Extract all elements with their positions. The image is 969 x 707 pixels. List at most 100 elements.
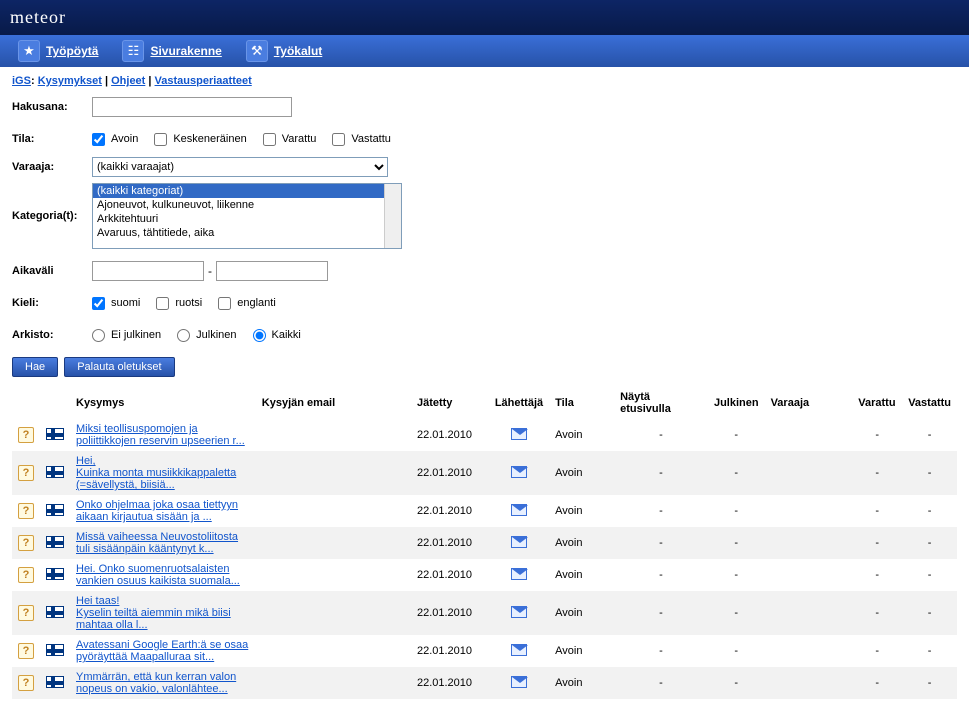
nav-tools[interactable]: ⚒ Työkalut [236, 36, 332, 66]
cell-tila: Avoin [549, 527, 614, 559]
cat-arkkitehtuuri[interactable]: Arkkitehtuuri [93, 212, 384, 226]
cat-ajoneuvot[interactable]: Ajoneuvot, kulkuneuvot, liikenne [93, 198, 384, 212]
th-tila: Tila [549, 387, 614, 419]
mail-icon[interactable] [511, 466, 527, 478]
reset-button[interactable]: Palauta oletukset [64, 357, 174, 377]
cat-avaruus[interactable]: Avaruus, tähtitiede, aika [93, 226, 384, 240]
mail-icon[interactable] [511, 606, 527, 618]
cell-tila: Avoin [549, 559, 614, 591]
cell-tila: Avoin [549, 591, 614, 635]
cell-jatetty: 22.01.2010 [411, 559, 489, 591]
label-varaaja: Varaaja: [12, 161, 92, 173]
nav-tools-label[interactable]: Työkalut [274, 44, 322, 58]
mail-icon[interactable] [511, 676, 527, 688]
question-link[interactable]: Missä vaiheessa Neuvostoliitosta tuli si… [76, 531, 238, 555]
question-icon: ? [18, 535, 34, 551]
radio-kaikki[interactable] [253, 329, 266, 342]
cat-all[interactable]: (kaikki kategoriat) [93, 184, 384, 198]
question-link[interactable]: Hei. Onko suomenruotsalaisten vankien os… [76, 563, 240, 587]
label-hakusana: Hakusana: [12, 101, 92, 113]
bc-ohjeet[interactable]: Ohjeet [111, 75, 145, 87]
question-link[interactable]: Miksi teollisuspomojen ja poliittikkojen… [76, 423, 245, 447]
question-link[interactable]: Hei,Kuinka monta musiikkikappaletta (=sä… [76, 455, 236, 491]
table-row: ? Hei. Onko suomenruotsalaisten vankien o… [12, 559, 957, 591]
th-kysymys: Kysymys [70, 387, 256, 419]
question-icon: ? [18, 465, 34, 481]
chk-vastattu[interactable] [332, 133, 345, 146]
table-row: ? Hei,Kuinka monta musiikkikappaletta (=s… [12, 451, 957, 495]
nav-desktop[interactable]: ★ Työpöytä [8, 36, 108, 66]
th-varaaja: Varaaja [765, 387, 853, 419]
label-aikavali: Aikaväli [12, 265, 92, 277]
flag-fi-icon [46, 504, 64, 516]
tree-icon: ☷ [122, 40, 144, 62]
mail-icon[interactable] [511, 536, 527, 548]
date-from[interactable] [92, 261, 204, 281]
cell-jatetty: 22.01.2010 [411, 527, 489, 559]
question-icon: ? [18, 643, 34, 659]
cell-jatetty: 22.01.2010 [411, 635, 489, 667]
table-row: ? Miksi teollisuspomojen ja poliittikkoje… [12, 419, 957, 451]
cell-tila: Avoin [549, 419, 614, 451]
scrollbar[interactable] [384, 184, 401, 248]
filter-form: Hakusana: Tila: Avoin Keskeneräinen Vara… [12, 95, 957, 347]
date-to[interactable] [216, 261, 328, 281]
bc-igs[interactable]: iGS [12, 75, 31, 87]
flag-fi-icon [46, 428, 64, 440]
mail-icon[interactable] [511, 428, 527, 440]
nav-structure[interactable]: ☷ Sivurakenne [112, 36, 231, 66]
label-kieli: Kieli: [12, 297, 92, 309]
select-varaaja[interactable]: (kaikki varaajat) [92, 157, 388, 177]
mail-icon[interactable] [511, 504, 527, 516]
table-row: ? Avatessani Google Earth:ä se osaa pyörä… [12, 635, 957, 667]
th-julkinen: Julkinen [708, 387, 765, 419]
radio-julkinen[interactable] [177, 329, 190, 342]
question-link[interactable]: Hei taas!Kyselin teiltä aiemmin mikä bii… [76, 595, 231, 631]
chk-ruotsi[interactable] [156, 297, 169, 310]
flag-fi-icon [46, 606, 64, 618]
flag-fi-icon [46, 676, 64, 688]
flag-fi-icon [46, 644, 64, 656]
label-kategoria: Kategoria(t): [12, 210, 92, 222]
flag-fi-icon [46, 466, 64, 478]
search-input[interactable] [92, 97, 292, 117]
search-button[interactable]: Hae [12, 357, 58, 377]
question-icon: ? [18, 503, 34, 519]
question-icon: ? [18, 427, 34, 443]
chk-varattu[interactable] [263, 133, 276, 146]
chk-suomi[interactable] [92, 297, 105, 310]
th-jatetty: Jätetty [411, 387, 489, 419]
question-link[interactable]: Ymmärrän, että kun kerran valon nopeus o… [76, 671, 236, 695]
th-lahettaja: Lähettäjä [489, 387, 549, 419]
listbox-kategoria[interactable]: (kaikki kategoriat) Ajoneuvot, kulkuneuv… [92, 183, 402, 249]
question-icon: ? [18, 605, 34, 621]
nav-bar: ★ Työpöytä ☷ Sivurakenne ⚒ Työkalut [0, 35, 969, 67]
question-icon: ? [18, 567, 34, 583]
chk-englanti[interactable] [218, 297, 231, 310]
table-row: ? Missä vaiheessa Neuvostoliitosta tuli s… [12, 527, 957, 559]
cell-tila: Avoin [549, 495, 614, 527]
nav-structure-label[interactable]: Sivurakenne [150, 44, 221, 58]
results-table: Kysymys Kysyjän email Jätetty Lähettäjä … [12, 387, 957, 699]
cell-tila: Avoin [549, 451, 614, 495]
radio-eijulkinen[interactable] [92, 329, 105, 342]
cell-jatetty: 22.01.2010 [411, 495, 489, 527]
table-row: ? Hei taas!Kyselin teiltä aiemmin mikä bi… [12, 591, 957, 635]
table-row: ? Onko ohjelmaa joka osaa tiettyyn aikaan… [12, 495, 957, 527]
cell-tila: Avoin [549, 667, 614, 699]
th-varattu: Varattu [852, 387, 902, 419]
header-bar: meteor [0, 0, 969, 35]
question-link[interactable]: Avatessani Google Earth:ä se osaa pyöräy… [76, 639, 248, 663]
mail-icon[interactable] [511, 568, 527, 580]
bc-vastaus[interactable]: Vastausperiaatteet [155, 75, 252, 87]
chk-avoin[interactable] [92, 133, 105, 146]
th-email: Kysyjän email [256, 387, 411, 419]
question-link[interactable]: Onko ohjelmaa joka osaa tiettyyn aikaan … [76, 499, 238, 523]
flag-fi-icon [46, 536, 64, 548]
chk-kesken[interactable] [154, 133, 167, 146]
nav-desktop-label[interactable]: Työpöytä [46, 44, 98, 58]
mail-icon[interactable] [511, 644, 527, 656]
table-row: ?Ymmärrän, että kun kerran valon nopeus … [12, 667, 957, 699]
breadcrumb: iGS: Kysymykset | Ohjeet | Vastausperiaa… [12, 75, 957, 87]
bc-kysymykset[interactable]: Kysymykset [38, 75, 102, 87]
